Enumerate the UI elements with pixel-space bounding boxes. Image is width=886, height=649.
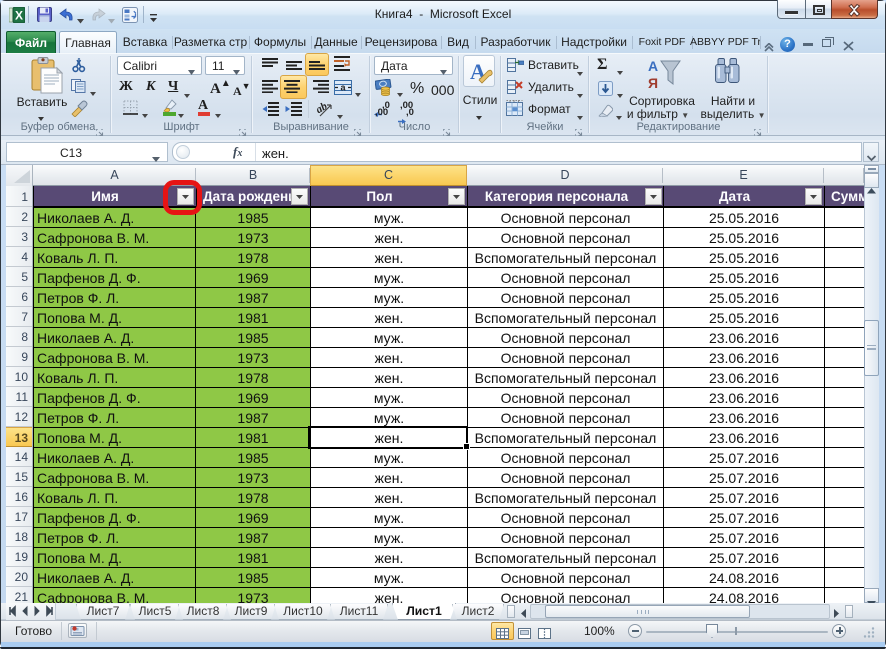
- svg-text:Я: Я: [648, 75, 658, 91]
- svg-text:А: А: [648, 58, 658, 74]
